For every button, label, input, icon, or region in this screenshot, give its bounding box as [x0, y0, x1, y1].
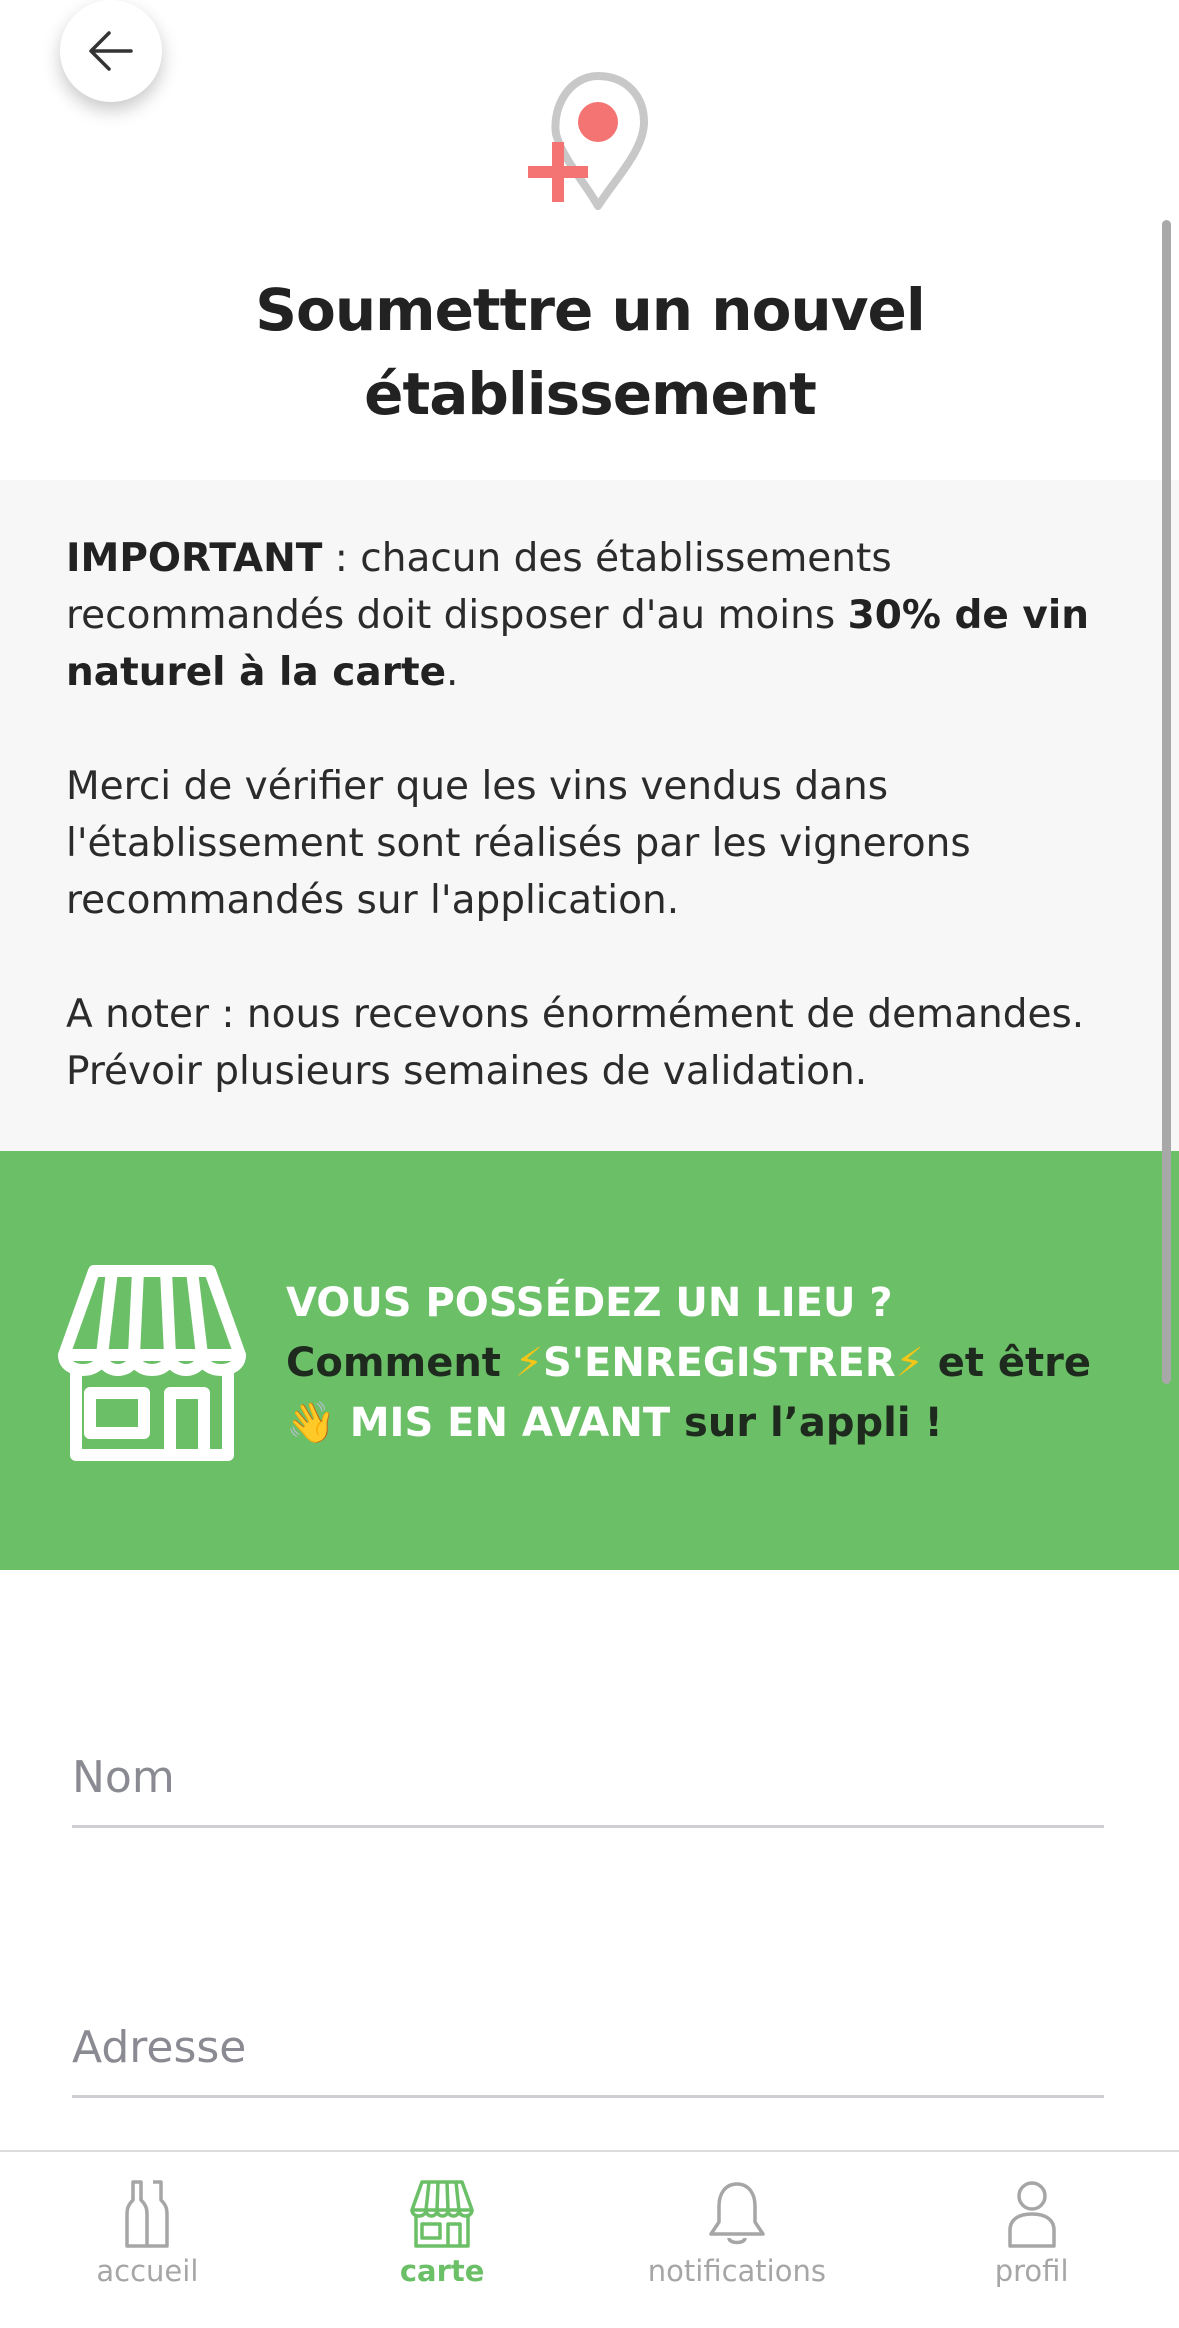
notice-paragraph-3: A noter : nous recevons énormément de de…	[66, 992, 1085, 1094]
address-field-container	[72, 2022, 1104, 2098]
address-input[interactable]	[72, 2022, 1104, 2073]
tab-notifications[interactable]: notifications	[590, 2152, 885, 2328]
page-header: Soumettre un nouvel établissement	[0, 0, 1179, 480]
arrow-left-icon	[89, 31, 133, 71]
scrollbar[interactable]	[1162, 220, 1171, 1384]
info-notice: IMPORTANT : chacun des établissements re…	[0, 480, 1179, 1152]
user-icon	[1007, 2181, 1056, 2248]
banner-text: VOUS POSSÉDEZ UN LIEU ? Comment ⚡S'ENREG…	[286, 1280, 1091, 1446]
map-pin-plus-icon	[528, 72, 648, 210]
tab-label: notifications	[647, 2254, 826, 2288]
tab-profil[interactable]: profil	[884, 2152, 1179, 2328]
lightning-icon: ⚡	[514, 1340, 543, 1386]
lightning-icon: ⚡	[895, 1340, 924, 1386]
bottom-tab-bar: accueil carte notifications profil	[0, 2150, 1179, 2328]
tab-label: accueil	[96, 2254, 199, 2288]
page-title: Soumettre un nouvel établissement	[255, 276, 926, 428]
tab-label: carte	[399, 2254, 485, 2288]
waving-hand-icon: 👋	[286, 1400, 336, 1446]
tab-carte[interactable]: carte	[295, 2152, 590, 2328]
name-input[interactable]	[72, 1752, 1104, 1803]
name-field-container	[72, 1752, 1104, 1828]
owner-banner[interactable]: VOUS POSSÉDEZ UN LIEU ? Comment ⚡S'ENREG…	[0, 1151, 1179, 1570]
back-button[interactable]	[60, 0, 162, 102]
shop-icon	[410, 2180, 474, 2248]
notice-paragraph-1: IMPORTANT : chacun des établissements re…	[66, 536, 1089, 695]
tab-label: profil	[994, 2254, 1069, 2288]
bell-icon	[709, 2182, 765, 2245]
shop-icon	[58, 1265, 246, 1461]
notice-paragraph-2: Merci de vérifier que les vins vendus da…	[66, 764, 971, 923]
bottles-icon	[125, 2180, 170, 2248]
tab-accueil[interactable]: accueil	[0, 2152, 295, 2328]
